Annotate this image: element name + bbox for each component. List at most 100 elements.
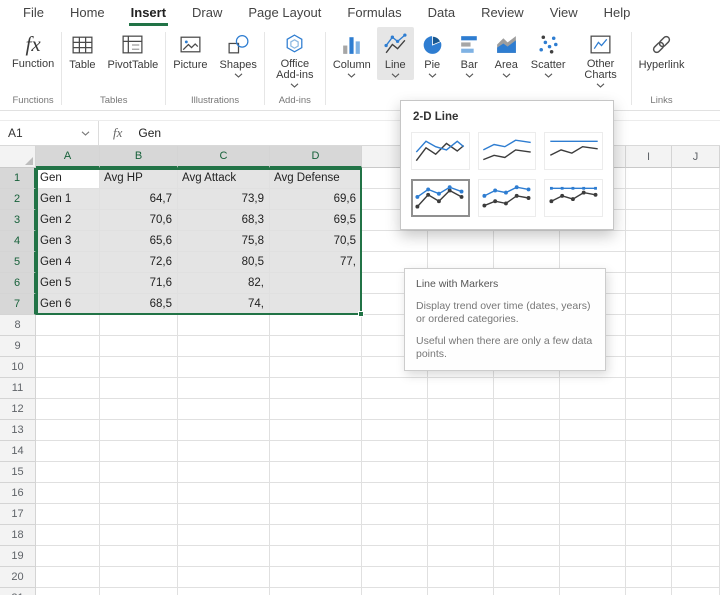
office-addins-button[interactable]: Office Add-ins xyxy=(266,27,324,90)
cell-c84[interactable] xyxy=(560,231,626,252)
cell-J6[interactable] xyxy=(672,273,720,294)
cell-c54[interactable] xyxy=(362,231,428,252)
cell-C11[interactable] xyxy=(178,378,270,399)
row-header-10[interactable]: 10 xyxy=(0,357,36,378)
cell-C10[interactable] xyxy=(178,357,270,378)
menu-item-home[interactable]: Home xyxy=(57,0,118,26)
cell-J18[interactable] xyxy=(672,525,720,546)
cell-C16[interactable] xyxy=(178,483,270,504)
row-header-20[interactable]: 20 xyxy=(0,567,36,588)
cell-c815[interactable] xyxy=(560,462,626,483)
cell-C3[interactable]: 68,3 xyxy=(178,210,270,231)
cell-c64[interactable] xyxy=(428,231,494,252)
cell-D21[interactable] xyxy=(270,588,362,595)
select-all-corner[interactable] xyxy=(0,146,36,168)
cell-c517[interactable] xyxy=(362,504,428,525)
row-header-2[interactable]: 2 xyxy=(0,189,36,210)
pivottable-button[interactable]: PivotTable xyxy=(102,27,165,73)
cell-c619[interactable] xyxy=(428,546,494,567)
cell-J15[interactable] xyxy=(672,462,720,483)
insert-function-icon[interactable]: fx xyxy=(99,125,132,141)
cell-A8[interactable] xyxy=(36,315,100,336)
cell-D9[interactable] xyxy=(270,336,362,357)
menu-item-formulas[interactable]: Formulas xyxy=(334,0,414,26)
row-header-19[interactable]: 19 xyxy=(0,546,36,567)
cell-B5[interactable]: 72,6 xyxy=(100,252,178,273)
cell-B1[interactable]: Avg HP xyxy=(100,168,178,189)
cell-C2[interactable]: 73,9 xyxy=(178,189,270,210)
cell-c520[interactable] xyxy=(362,567,428,588)
cell-c518[interactable] xyxy=(362,525,428,546)
cell-B2[interactable]: 64,7 xyxy=(100,189,178,210)
cell-A14[interactable] xyxy=(36,441,100,462)
cell-C14[interactable] xyxy=(178,441,270,462)
cell-I18[interactable] xyxy=(626,525,672,546)
row-header-9[interactable]: 9 xyxy=(0,336,36,357)
cell-A17[interactable] xyxy=(36,504,100,525)
chart-option-stacked-line[interactable] xyxy=(478,132,537,170)
cell-B19[interactable] xyxy=(100,546,178,567)
cell-D5[interactable]: 77, xyxy=(270,252,362,273)
row-header-14[interactable]: 14 xyxy=(0,441,36,462)
chart-option-100-stacked-line-with-markers[interactable] xyxy=(544,179,603,217)
chart-option-line[interactable] xyxy=(411,132,470,170)
cell-C1[interactable]: Avg Attack xyxy=(178,168,270,189)
cell-A21[interactable] xyxy=(36,588,100,595)
cell-J20[interactable] xyxy=(672,567,720,588)
cell-B9[interactable] xyxy=(100,336,178,357)
cell-A13[interactable] xyxy=(36,420,100,441)
hyperlink-button[interactable]: Hyperlink xyxy=(633,27,691,73)
cell-c512[interactable] xyxy=(362,399,428,420)
cell-B4[interactable]: 65,6 xyxy=(100,231,178,252)
cell-J9[interactable] xyxy=(672,336,720,357)
cell-D20[interactable] xyxy=(270,567,362,588)
cell-I9[interactable] xyxy=(626,336,672,357)
cell-I12[interactable] xyxy=(626,399,672,420)
cell-I21[interactable] xyxy=(626,588,672,595)
cell-D13[interactable] xyxy=(270,420,362,441)
cell-B20[interactable] xyxy=(100,567,178,588)
cell-A20[interactable] xyxy=(36,567,100,588)
cell-c618[interactable] xyxy=(428,525,494,546)
cell-c516[interactable] xyxy=(362,483,428,504)
cell-c519[interactable] xyxy=(362,546,428,567)
cell-c620[interactable] xyxy=(428,567,494,588)
cell-I16[interactable] xyxy=(626,483,672,504)
cell-A10[interactable] xyxy=(36,357,100,378)
cell-D1[interactable]: Avg Defense xyxy=(270,168,362,189)
cell-c719[interactable] xyxy=(494,546,560,567)
cell-I10[interactable] xyxy=(626,357,672,378)
cell-D12[interactable] xyxy=(270,399,362,420)
cell-J5[interactable] xyxy=(672,252,720,273)
cell-B10[interactable] xyxy=(100,357,178,378)
cell-I3[interactable] xyxy=(626,210,672,231)
chart-option-stacked-line-with-markers[interactable] xyxy=(478,179,537,217)
cell-J4[interactable] xyxy=(672,231,720,252)
cell-I13[interactable] xyxy=(626,420,672,441)
cell-C15[interactable] xyxy=(178,462,270,483)
chart-option-100-stacked-line[interactable] xyxy=(544,132,603,170)
cell-J2[interactable] xyxy=(672,189,720,210)
cell-J10[interactable] xyxy=(672,357,720,378)
menu-item-insert[interactable]: Insert xyxy=(118,0,179,26)
cell-I7[interactable] xyxy=(626,294,672,315)
row-header-6[interactable]: 6 xyxy=(0,273,36,294)
cell-D19[interactable] xyxy=(270,546,362,567)
cell-D16[interactable] xyxy=(270,483,362,504)
cell-D2[interactable]: 69,6 xyxy=(270,189,362,210)
cell-c720[interactable] xyxy=(494,567,560,588)
cell-B12[interactable] xyxy=(100,399,178,420)
cell-c514[interactable] xyxy=(362,441,428,462)
cell-c817[interactable] xyxy=(560,504,626,525)
cell-C18[interactable] xyxy=(178,525,270,546)
row-header-13[interactable]: 13 xyxy=(0,420,36,441)
row-header-11[interactable]: 11 xyxy=(0,378,36,399)
cell-B3[interactable]: 70,6 xyxy=(100,210,178,231)
cell-I5[interactable] xyxy=(626,252,672,273)
row-header-21[interactable]: 21 xyxy=(0,588,36,595)
cell-D10[interactable] xyxy=(270,357,362,378)
row-header-3[interactable]: 3 xyxy=(0,210,36,231)
cell-c712[interactable] xyxy=(494,399,560,420)
column-header-D[interactable]: D xyxy=(270,146,362,168)
cell-c717[interactable] xyxy=(494,504,560,525)
